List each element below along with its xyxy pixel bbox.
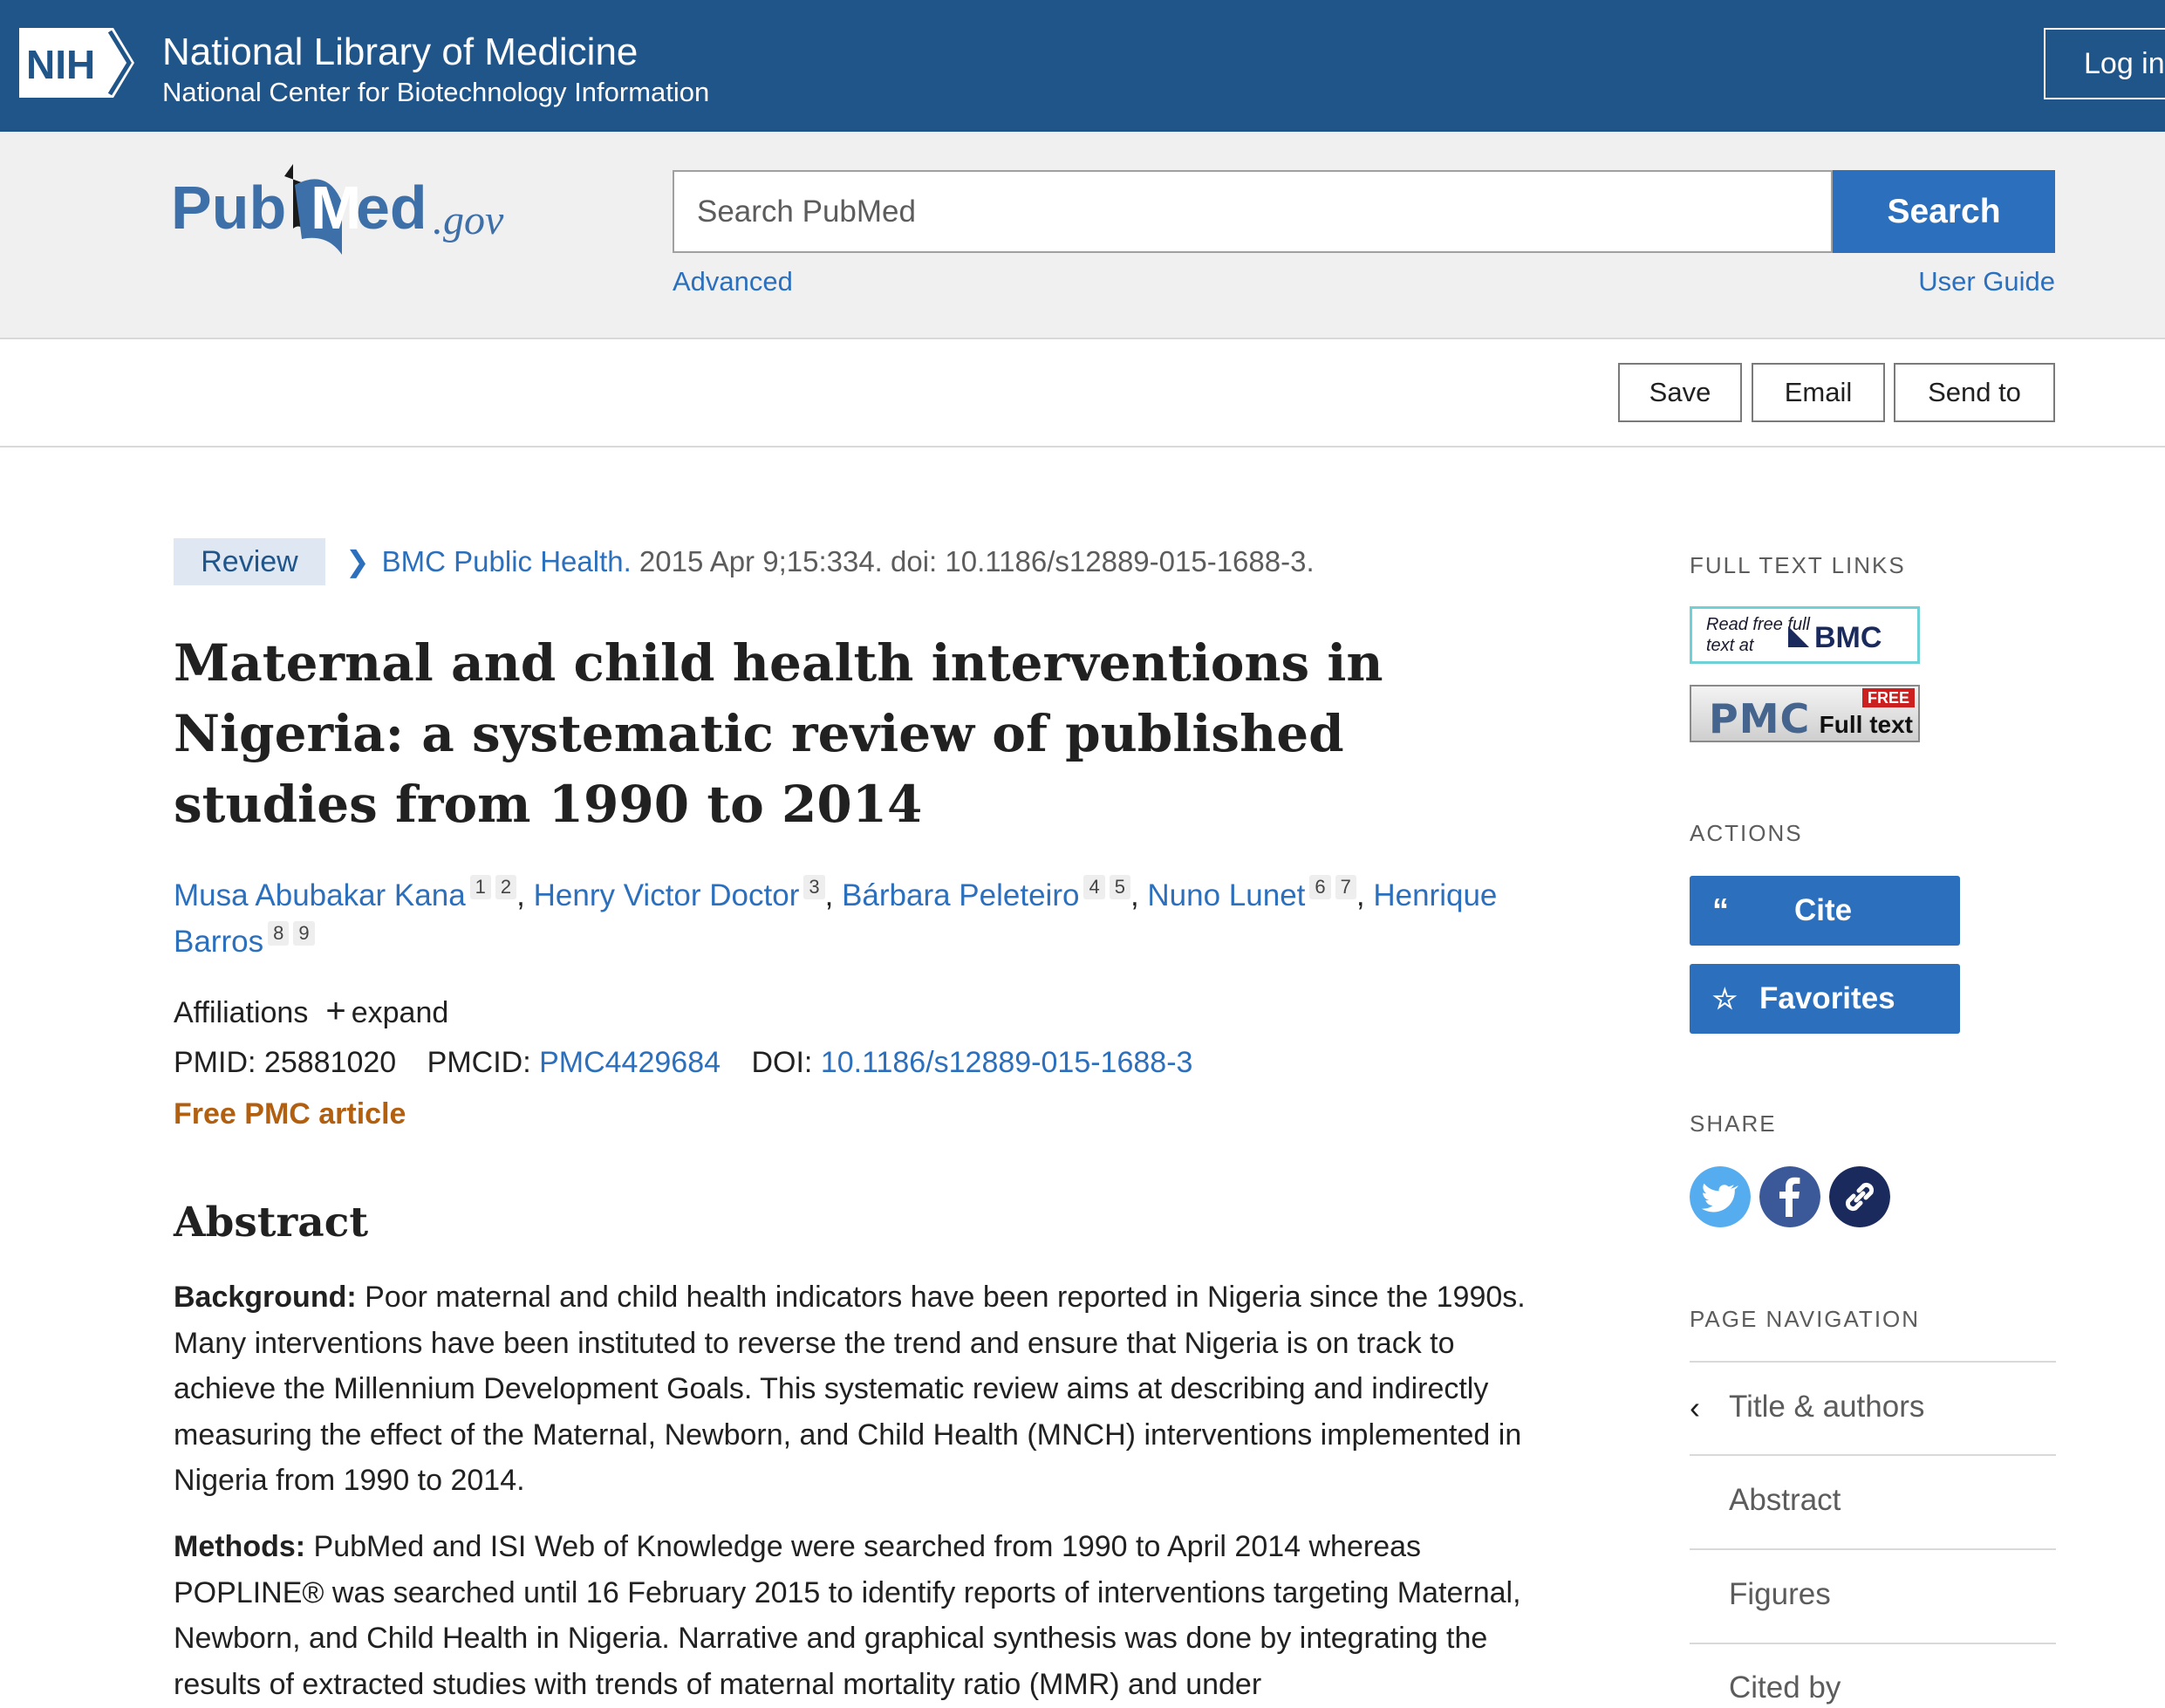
- pmid-value: 25881020: [263, 1046, 397, 1079]
- pubmed-logo[interactable]: Pub M ed .gov: [171, 159, 520, 263]
- nav-abstract[interactable]: Abstract: [1729, 1483, 1841, 1518]
- favorites-label: Favorites: [1759, 981, 1895, 1015]
- cite-button[interactable]: “ Cite: [1690, 876, 1960, 946]
- journal-name-link[interactable]: BMC Public Health.: [382, 545, 632, 577]
- free-pmc-article-link[interactable]: Free PMC article: [174, 1092, 406, 1136]
- nlm-title[interactable]: National Library of Medicine: [162, 28, 638, 77]
- affiliation-ref[interactable]: 3: [803, 875, 825, 899]
- divider: [1690, 1454, 2056, 1456]
- nih-logo-text: NIH: [26, 42, 95, 87]
- affiliation-ref[interactable]: 6: [1309, 875, 1331, 899]
- affiliation-ref[interactable]: 5: [1109, 875, 1130, 899]
- pmid-label: PMID:: [174, 1046, 264, 1079]
- article-type-badge[interactable]: Review: [174, 538, 325, 585]
- search-input[interactable]: [673, 170, 1833, 253]
- share-heading: SHARE: [1690, 1110, 1777, 1137]
- divider: [1690, 1643, 2056, 1644]
- affiliation-ref[interactable]: 8: [268, 921, 290, 946]
- affiliation-ref[interactable]: 4: [1083, 875, 1105, 899]
- pmc-full-text-link[interactable]: PMC FREE Full text: [1690, 685, 1920, 742]
- bmc-brand: BMC: [1814, 621, 1882, 654]
- citation-text: 2015 Apr 9;15:334. doi: 10.1186/s12889-0…: [631, 545, 1315, 577]
- abstract-section-text: Poor maternal and child health indicator…: [174, 1281, 1526, 1497]
- abstract-background: Background: Poor maternal and child heal…: [174, 1274, 1534, 1504]
- nav-title-authors[interactable]: Title & authors: [1729, 1390, 1924, 1424]
- svg-text:ed: ed: [356, 174, 427, 242]
- save-button[interactable]: Save: [1618, 363, 1742, 422]
- abstract-section-text: PubMed and ISI Web of Knowledge were sea…: [174, 1530, 1521, 1701]
- pmcid-link[interactable]: PMC4429684: [539, 1046, 721, 1079]
- divider: [1690, 1361, 2056, 1363]
- svg-text:Pub: Pub: [171, 174, 286, 242]
- user-guide-link[interactable]: User Guide: [1918, 266, 2055, 297]
- svg-text:.gov: .gov: [433, 197, 504, 243]
- pmc-full-text-label: Full text: [1819, 711, 1913, 738]
- email-button[interactable]: Email: [1752, 363, 1885, 422]
- author-separator: ,: [516, 878, 534, 912]
- affiliation-ref[interactable]: 1: [469, 875, 491, 899]
- abstract-section-label: Methods:: [174, 1530, 306, 1563]
- bmc-full-text-link[interactable]: Read free full text at BMC: [1690, 606, 1920, 664]
- expand-link[interactable]: expand: [352, 996, 449, 1029]
- actions-heading: ACTIONS: [1690, 820, 1803, 846]
- identifiers-row: PMID: 25881020 PMCID: PMC4429684 DOI: 10…: [174, 1041, 1192, 1084]
- bmc-logo-icon: [1788, 626, 1809, 647]
- favorites-button[interactable]: ☆ Favorites: [1690, 964, 1960, 1034]
- divider: [1690, 1548, 2056, 1550]
- plus-icon[interactable]: +: [325, 992, 345, 1030]
- search-button[interactable]: Search: [1833, 170, 2055, 253]
- journal-citation: ❯ BMC Public Health. 2015 Apr 9;15:334. d…: [345, 538, 1315, 585]
- advanced-search-link[interactable]: Advanced: [673, 266, 793, 297]
- abstract-methods: Methods: PubMed and ISI Web of Knowledge…: [174, 1524, 1534, 1707]
- doi-link[interactable]: 10.1186/s12889-015-1688-3: [821, 1046, 1193, 1079]
- chevron-right-icon[interactable]: ❯: [345, 545, 370, 577]
- copy-link-icon[interactable]: [1829, 1166, 1890, 1227]
- login-button[interactable]: Log in: [2044, 28, 2165, 99]
- affiliations-row: Affiliations + expand: [174, 989, 448, 1035]
- send-to-button[interactable]: Send to: [1894, 363, 2055, 422]
- author-separator: ,: [1130, 878, 1148, 912]
- author-link[interactable]: Henry Victor Doctor: [534, 878, 800, 912]
- author-list: Musa Abubakar Kana 1 2, Henry Victor Docto…: [174, 872, 1534, 965]
- pmc-brand: PMC: [1709, 695, 1811, 742]
- author-link[interactable]: Musa Abubakar Kana: [174, 878, 466, 912]
- chevron-left-icon[interactable]: ‹: [1690, 1390, 1700, 1426]
- nih-logo[interactable]: NIH: [19, 28, 134, 98]
- ncbi-subtitle[interactable]: National Center for Biotechnology Inform…: [162, 75, 709, 110]
- full-text-links-heading: FULL TEXT LINKS: [1690, 552, 1906, 578]
- pmc-free-badge: FREE: [1861, 688, 1915, 707]
- author-separator: ,: [824, 878, 843, 912]
- affiliation-ref[interactable]: 2: [495, 875, 517, 899]
- affiliation-ref[interactable]: 9: [293, 921, 315, 946]
- facebook-icon[interactable]: [1759, 1166, 1820, 1227]
- author-link[interactable]: Nuno Lunet: [1147, 878, 1305, 912]
- abstract-section-label: Background:: [174, 1281, 357, 1314]
- affiliations-label: Affiliations: [174, 996, 309, 1029]
- article-title: Maternal and child health interventions …: [174, 633, 1383, 834]
- star-icon: ☆: [1712, 983, 1738, 1015]
- page-navigation-heading: PAGE NAVIGATION: [1690, 1306, 1921, 1332]
- author-separator: ,: [1356, 878, 1374, 912]
- nav-cited-by[interactable]: Cited by: [1729, 1670, 1841, 1705]
- doi-label: DOI:: [751, 1046, 821, 1079]
- nav-figures[interactable]: Figures: [1729, 1577, 1831, 1612]
- svg-text:M: M: [311, 174, 361, 242]
- abstract-heading: Abstract: [174, 1199, 369, 1247]
- affiliation-ref[interactable]: 7: [1335, 875, 1356, 899]
- cite-label: Cite: [1794, 893, 1853, 927]
- twitter-icon[interactable]: [1690, 1166, 1751, 1227]
- author-link[interactable]: Bárbara Peleteiro: [842, 878, 1079, 912]
- pmcid-label: PMCID:: [427, 1046, 540, 1079]
- quote-icon: “: [1712, 892, 1729, 929]
